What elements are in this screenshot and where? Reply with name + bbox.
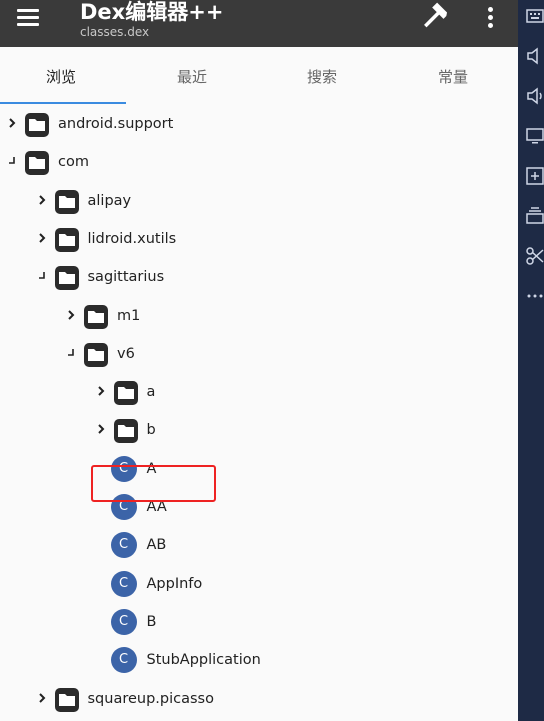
hammer-icon[interactable] [419,2,451,30]
volume-up-icon[interactable] [526,86,544,106]
chevron-right-icon[interactable] [94,373,108,411]
highlight-box [91,465,216,502]
folder-icon [25,113,49,137]
tree-folder-row[interactable]: squareup.picasso [0,680,518,718]
folder-icon [84,342,108,367]
tree-class-row[interactable]: C AppInfo [0,565,518,603]
more-vertical-icon[interactable] [478,3,502,31]
class-icon: C [110,608,137,635]
tab-constants[interactable]: 常量 [388,47,518,104]
folder-icon [25,151,49,176]
chevron-right-icon[interactable] [94,411,108,449]
app-bar: Dex编辑器++ classes.dex [0,0,518,47]
tree-class-row[interactable]: CA [0,450,518,488]
tree-class-row[interactable]: C AB [0,526,518,564]
more-horizontal-icon[interactable] [526,286,544,306]
tree-folder-row[interactable]: com [0,143,518,181]
folder-icon [54,687,79,712]
tree-class-row[interactable]: CB [0,603,518,641]
layers-icon[interactable] [526,206,544,226]
add-app-icon[interactable] [526,166,544,186]
tree-item-label: AB [146,537,167,554]
tree-item-label: a [146,384,156,401]
expanded-icon[interactable] [35,258,49,296]
tree-class-row[interactable]: C StubApplication [0,641,518,679]
tab-browse[interactable]: 浏览 [0,47,126,104]
app-title: Dex编辑器++ [80,0,224,24]
package-tree: android.support com alipay lidroid.xutils sa… [0,104,518,721]
expanded-icon[interactable] [5,143,19,181]
tree-item-label: squareup.picasso [87,690,214,707]
tab-recent[interactable]: 最近 [127,47,257,104]
tree-item-label: alipay [87,192,132,209]
tree-folder-row[interactable]: android.support [0,105,518,143]
folder-icon [113,381,138,406]
keyboard-icon[interactable] [526,6,544,26]
chevron-right-icon[interactable] [35,220,49,258]
tree-folder-row[interactable]: m1 [0,297,518,335]
tree-item-label: AppInfo [146,575,203,592]
folder-icon [113,419,138,444]
tree-folder-row[interactable]: a [0,373,518,411]
tree-folder-row[interactable]: sagittarius [0,258,518,296]
file-name: classes.dex [80,25,150,39]
screen-icon[interactable] [526,126,544,146]
dex-editor-app: Dex编辑器++ classes.dex 浏览 最近 搜索 常量 android… [0,0,518,721]
volume-down-icon[interactable] [526,46,544,66]
tree-folder-row[interactable]: v6 [0,335,518,373]
tree-item-label: m1 [117,307,141,324]
tree-folder-row[interactable]: lidroid.xutils [0,220,518,258]
class-icon: C [110,532,137,559]
folder-icon [84,304,108,329]
tree-item-label: v6 [117,345,135,362]
side-toolbar [518,0,544,721]
tab-search[interactable]: 搜索 [257,47,387,104]
chevron-right-icon[interactable] [5,105,19,143]
tree-folder-row[interactable]: b [0,411,518,449]
tab-bar: 浏览 最近 搜索 常量 [0,47,518,104]
chevron-right-icon[interactable] [35,182,49,220]
scissors-icon[interactable] [526,246,544,266]
expanded-icon[interactable] [64,335,78,373]
tree-item-label: StubApplication [146,652,261,669]
class-icon: C [110,570,137,597]
tree-item-label: lidroid.xutils [87,230,177,247]
tree-item-label: android.support [58,116,174,132]
menu-icon[interactable] [13,4,43,28]
class-icon: C [110,647,137,674]
tree-item-label: b [146,422,156,439]
tree-folder-row[interactable]: alipay [0,182,518,220]
tree-item-label: B [146,613,157,630]
folder-icon [54,189,79,214]
tree-class-row[interactable]: C AA [0,488,518,526]
folder-icon [54,266,79,291]
chevron-right-icon[interactable] [35,680,49,718]
tree-item-label: com [58,154,89,171]
folder-icon [54,227,79,252]
chevron-right-icon[interactable] [64,297,78,335]
tree-item-label: sagittarius [87,269,165,286]
